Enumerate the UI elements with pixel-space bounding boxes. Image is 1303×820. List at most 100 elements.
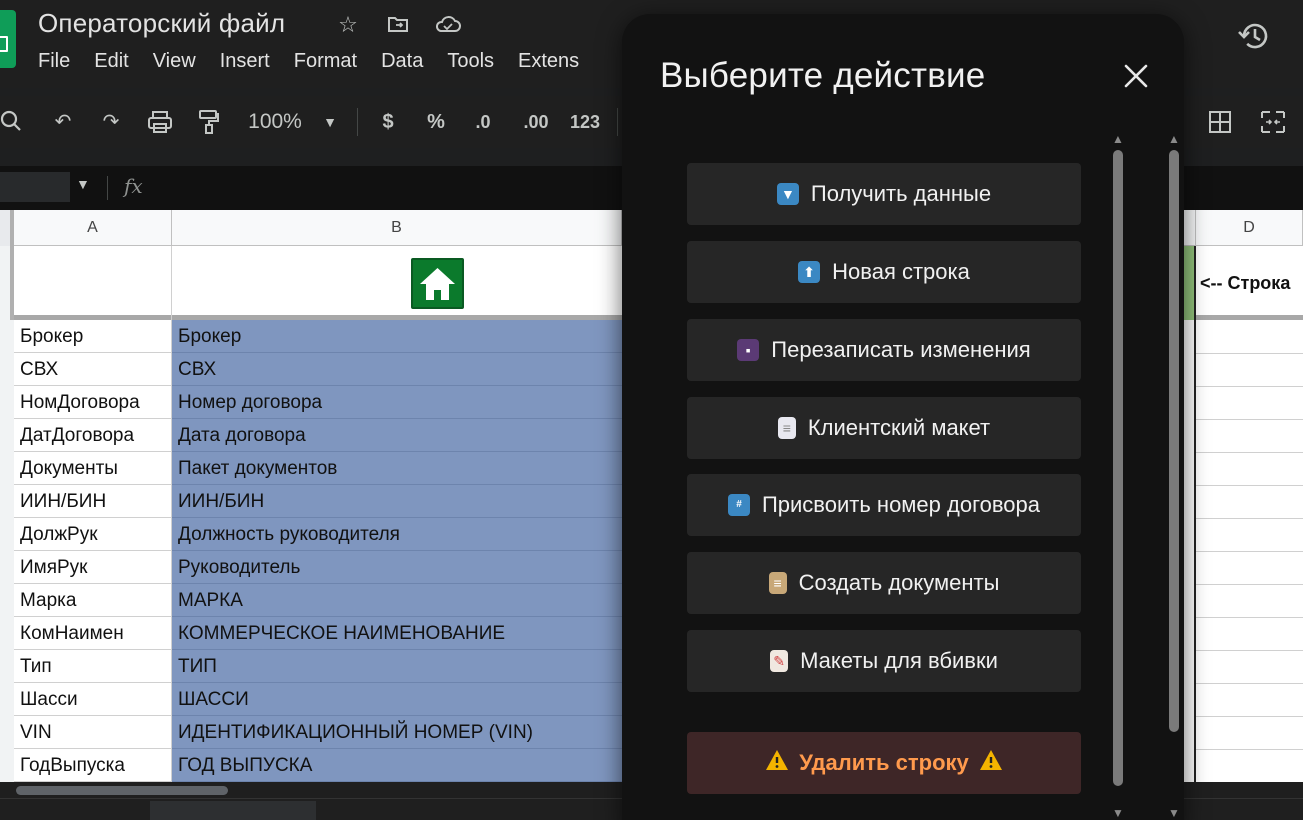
button-label: Создать документы: [798, 570, 1000, 595]
undo-icon[interactable]: ↶: [50, 96, 76, 148]
print-icon[interactable]: [146, 96, 174, 148]
column-header-d[interactable]: D: [1196, 210, 1303, 246]
merge-cells-icon[interactable]: [1258, 96, 1288, 148]
input-layouts-button[interactable]: ✎ Макеты для вбивки: [687, 630, 1081, 692]
redo-icon[interactable]: ↷: [98, 96, 124, 148]
percent-format-button[interactable]: %: [424, 96, 448, 148]
cell-b[interactable]: ШАССИ: [172, 683, 632, 716]
cell-b[interactable]: МАРКА: [172, 584, 632, 617]
cell-a[interactable]: ДолжРук: [14, 518, 172, 551]
gridline: [1196, 419, 1303, 420]
gridline: [1196, 716, 1303, 717]
cell-b[interactable]: ИДЕНТИФИКАЦИОННЫЙ НОМЕР (VIN): [172, 716, 632, 749]
menu-edit[interactable]: Edit: [94, 50, 128, 76]
new-row-button[interactable]: ⬆ Новая строка: [687, 241, 1081, 303]
cell-c1[interactable]: [1184, 246, 1196, 320]
column-header-b[interactable]: B: [172, 210, 622, 246]
cell-b[interactable]: Руководитель: [172, 551, 632, 584]
zoom-dropdown-icon[interactable]: ▼: [320, 96, 340, 148]
sheet-tab[interactable]: [150, 801, 316, 820]
close-icon[interactable]: [1118, 58, 1154, 94]
cell-a[interactable]: Шасси: [14, 683, 172, 716]
assign-contract-number-button[interactable]: # Присвоить номер договора: [687, 474, 1081, 536]
scroll-down-icon[interactable]: ▼: [1111, 807, 1125, 819]
cell-a[interactable]: СВХ: [14, 353, 172, 386]
cell-a[interactable]: ГодВыпуска: [14, 749, 172, 782]
cell-a[interactable]: ДатДоговора: [14, 419, 172, 452]
outer-scrollbar[interactable]: ▲ ▼: [1166, 128, 1182, 819]
home-button[interactable]: [411, 258, 464, 309]
decrease-decimals-button[interactable]: .0: [468, 96, 498, 148]
cell-b[interactable]: Дата договора: [172, 419, 632, 452]
gridline: [1196, 518, 1303, 519]
horizontal-scrollbar-thumb[interactable]: [16, 786, 228, 795]
cell-a[interactable]: ИмяРук: [14, 551, 172, 584]
get-data-button[interactable]: ▼ Получить данные: [687, 163, 1081, 225]
cell-b[interactable]: Пакет документов: [172, 452, 632, 485]
zoom-select[interactable]: 100%: [240, 96, 310, 148]
select-all-corner[interactable]: [0, 210, 14, 246]
page-icon: ≡: [777, 417, 796, 439]
cell-b[interactable]: Брокер: [172, 320, 632, 353]
menu-bar: File Edit View Insert Format Data Tools …: [38, 50, 603, 76]
sheets-logo-icon[interactable]: [0, 10, 16, 68]
star-icon[interactable]: ☆: [335, 12, 361, 38]
cell-b[interactable]: КОММЕРЧЕСКОЕ НАИМЕНОВАНИЕ: [172, 617, 632, 650]
create-documents-button[interactable]: ≡ Создать документы: [687, 552, 1081, 614]
menu-file[interactable]: File: [38, 50, 70, 76]
cell-b[interactable]: СВХ: [172, 353, 632, 386]
column-header-c[interactable]: [1184, 210, 1196, 246]
menu-view[interactable]: View: [153, 50, 196, 76]
gridline: [1196, 386, 1303, 387]
cell-b[interactable]: Должность руководителя: [172, 518, 632, 551]
menu-insert[interactable]: Insert: [220, 50, 270, 76]
button-label: Новая строка: [832, 259, 970, 284]
cell-a[interactable]: VIN: [14, 716, 172, 749]
gridline: [1196, 650, 1303, 651]
outer-scrollbar-thumb[interactable]: [1169, 150, 1179, 732]
scroll-down-icon[interactable]: ▼: [1167, 807, 1181, 819]
row-headers[interactable]: [0, 320, 14, 782]
cell-a1[interactable]: [14, 246, 172, 320]
cell-a[interactable]: КомНаимен: [14, 617, 172, 650]
menu-extensions[interactable]: Extens: [518, 50, 579, 76]
cell-a[interactable]: НомДоговора: [14, 386, 172, 419]
cell-a[interactable]: Тип: [14, 650, 172, 683]
row-header-1[interactable]: [0, 246, 14, 320]
toolbar-separator: [357, 108, 358, 136]
cell-a[interactable]: Документы: [14, 452, 172, 485]
name-box[interactable]: [0, 172, 70, 202]
client-layout-button[interactable]: ≡ Клиентский макет: [687, 397, 1081, 459]
gridline: [1196, 452, 1303, 453]
cloud-saved-icon[interactable]: [434, 12, 461, 38]
dialog-scrollbar-thumb[interactable]: [1113, 150, 1123, 786]
cell-a[interactable]: Брокер: [14, 320, 172, 353]
cell-b[interactable]: Номер договора: [172, 386, 632, 419]
menu-data[interactable]: Data: [381, 50, 423, 76]
scroll-up-icon[interactable]: ▲: [1111, 133, 1125, 145]
cell-b[interactable]: ГОД ВЫПУСКА: [172, 749, 632, 782]
borders-icon[interactable]: [1206, 96, 1234, 148]
name-box-dropdown-icon[interactable]: ▼: [76, 176, 90, 192]
version-history-icon[interactable]: [1236, 18, 1272, 54]
dialog-scrollbar[interactable]: ▲ ▼: [1110, 128, 1126, 819]
search-menus-icon[interactable]: [0, 96, 24, 148]
overwrite-changes-button[interactable]: ▪ Перезаписать изменения: [687, 319, 1081, 381]
cell-b[interactable]: ТИП: [172, 650, 632, 683]
menu-tools[interactable]: Tools: [447, 50, 494, 76]
column-header-a[interactable]: A: [14, 210, 172, 246]
paint-format-icon[interactable]: [196, 96, 222, 148]
cell-d1[interactable]: <-- Строка: [1196, 246, 1303, 320]
increase-decimals-button[interactable]: .00: [518, 96, 554, 148]
cell-b[interactable]: ИИН/БИН: [172, 485, 632, 518]
cell-a[interactable]: Марка: [14, 584, 172, 617]
document-title[interactable]: Операторский файл: [38, 8, 285, 39]
move-folder-icon[interactable]: [385, 12, 411, 38]
button-label: Удалить строку: [799, 750, 969, 775]
delete-row-button[interactable]: Удалить строку: [687, 732, 1081, 794]
currency-format-button[interactable]: $: [376, 96, 400, 148]
cell-a[interactable]: ИИН/БИН: [14, 485, 172, 518]
scroll-up-icon[interactable]: ▲: [1167, 133, 1181, 145]
more-formats-button[interactable]: 123: [568, 96, 602, 148]
menu-format[interactable]: Format: [294, 50, 357, 76]
